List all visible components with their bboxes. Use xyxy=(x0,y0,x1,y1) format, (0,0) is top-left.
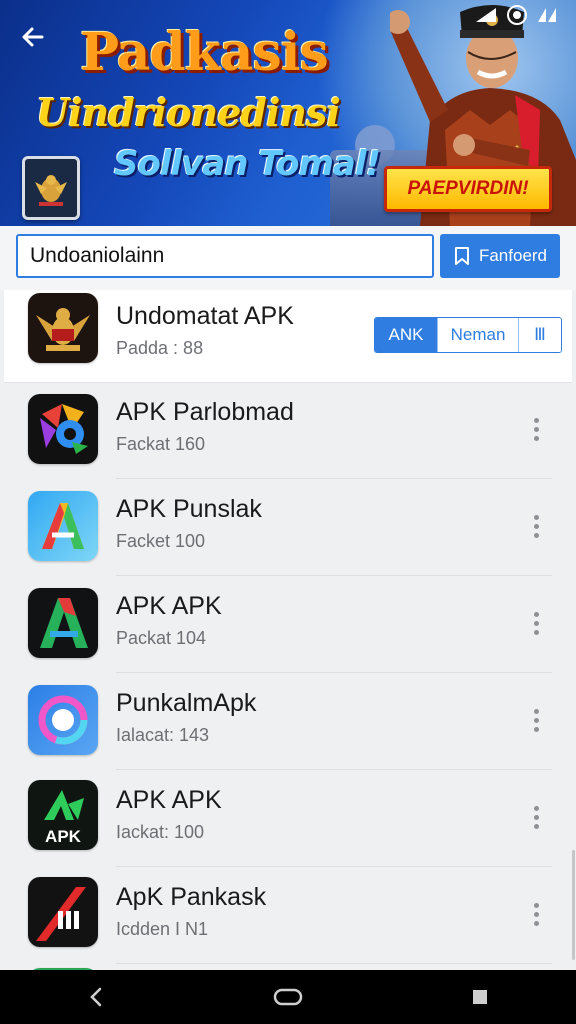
apk-logo-icon: APK xyxy=(28,780,98,850)
banner-subtitle: Uindrionedinsi xyxy=(36,90,341,135)
emblem-icon xyxy=(507,5,527,25)
segmented-control: ANK Neman Ⅲ xyxy=(374,317,562,353)
red-slash-icon xyxy=(28,877,98,947)
scrollbar[interactable] xyxy=(572,850,575,960)
more-options-icon[interactable] xyxy=(526,414,546,444)
list-item[interactable]: APK APK Packat 104 xyxy=(0,576,576,673)
gradient-a-icon xyxy=(28,491,98,561)
wifi-icon xyxy=(476,8,496,22)
more-options-icon[interactable] xyxy=(526,608,546,638)
app-name: APK APK xyxy=(116,592,222,620)
app-meta: Iackat: 100 xyxy=(116,822,205,842)
nav-recents-button[interactable] xyxy=(450,977,510,1017)
list-item[interactable]: APK APK APK Iackat: 100 xyxy=(0,770,576,867)
search-button-label: Fanfoerd xyxy=(478,246,548,265)
more-options-icon[interactable] xyxy=(526,511,546,541)
banner-app-logo xyxy=(22,156,80,220)
back-button[interactable] xyxy=(14,18,52,56)
app-meta: Packat 104 xyxy=(116,628,207,648)
app-list: Undomatat APK Padda : 88 ANK Neman Ⅲ APK… xyxy=(0,290,576,970)
more-options-icon[interactable] xyxy=(526,899,546,929)
more-options-icon[interactable] xyxy=(526,802,546,832)
featured-app-name: Undomatat APK xyxy=(116,302,294,330)
nav-back-button[interactable] xyxy=(66,977,126,1017)
app-meta: Facket 100 xyxy=(116,531,206,551)
nav-recents-icon xyxy=(473,990,487,1004)
dark-a-icon xyxy=(28,588,98,658)
nav-back-icon xyxy=(90,987,102,1007)
app-name: APK Parlobmad xyxy=(116,398,294,426)
bird-emblem-icon xyxy=(35,175,67,206)
segment-grid[interactable]: Ⅲ xyxy=(518,318,561,352)
arrow-left-icon xyxy=(22,27,44,47)
system-nav-bar xyxy=(0,970,576,1024)
app-meta: Ialacat: 143 xyxy=(116,725,210,745)
ring-icon xyxy=(28,685,98,755)
featured-app-card[interactable]: Undomatat APK Padda : 88 ANK Neman Ⅲ xyxy=(4,290,572,383)
garuda-icon xyxy=(28,293,98,363)
list-item[interactable]: APK Punslak Facket 100 xyxy=(0,479,576,576)
list-item[interactable]: PunkalmApk Ialacat: 143 xyxy=(0,673,576,770)
nav-home-icon xyxy=(273,988,303,1006)
promo-banner[interactable]: Padkasis Uindrionedinsi Sollvan Tomal! P… xyxy=(0,0,576,226)
svg-text:APK: APK xyxy=(45,827,82,846)
segment-neman[interactable]: Neman xyxy=(437,318,518,352)
segment-apk[interactable]: ANK xyxy=(375,318,437,352)
more-options-icon[interactable] xyxy=(526,705,546,735)
bookmark-icon xyxy=(454,247,469,265)
nav-home-button[interactable] xyxy=(258,977,318,1017)
app-meta: Icdden I N1 xyxy=(116,919,209,939)
app-name: PunkalmApk xyxy=(116,689,257,717)
app-name: APK APK xyxy=(116,786,222,814)
app-name: APK Punslak xyxy=(116,495,262,523)
featured-app-meta: Padda : 88 xyxy=(116,338,204,358)
search-input[interactable] xyxy=(16,234,434,278)
search-button[interactable]: Fanfoerd xyxy=(440,234,560,278)
colorful-maps-icon xyxy=(28,394,98,464)
banner-tagline: Sollvan Tomal! xyxy=(114,144,381,184)
app-name: ApK Pankask xyxy=(116,883,267,911)
app-meta: Fackat 160 xyxy=(116,434,206,454)
list-item[interactable]: APK Parlobmad Fackat 160 xyxy=(0,382,576,479)
status-icons xyxy=(474,4,558,26)
banner-title: Padkasis xyxy=(80,22,329,83)
list-item[interactable]: ApK Pankask Icdden I N1 xyxy=(0,867,576,964)
signal-icon xyxy=(538,8,556,22)
promo-badge[interactable]: PAEPVIRDIN! xyxy=(384,166,552,212)
search-bar: Fanfoerd xyxy=(0,226,576,290)
